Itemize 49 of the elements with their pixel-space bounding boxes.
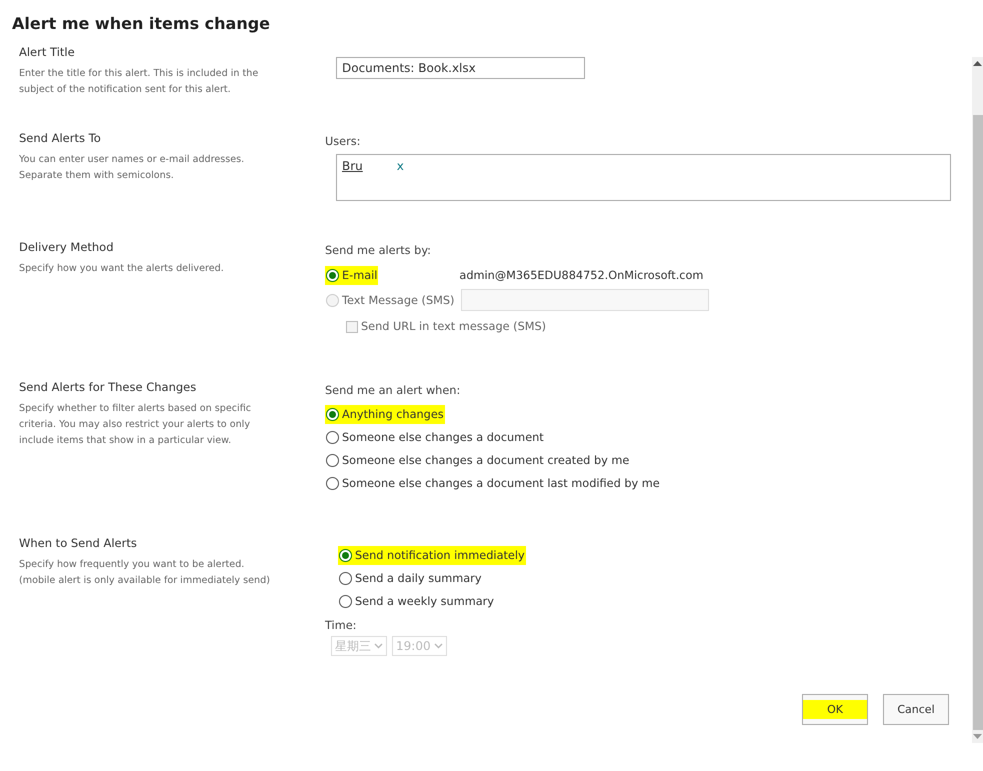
radio-option[interactable]: Someone else changes a document last modified by me [325, 474, 661, 493]
radio-option[interactable]: E-mail [325, 266, 378, 285]
section-heading: Send Alerts To [19, 131, 101, 145]
radio-option[interactable]: Someone else changes a document created by me [325, 451, 630, 470]
field-label: Send me alerts by: [325, 244, 431, 257]
radio-button[interactable] [339, 549, 352, 562]
field-label: Send me an alert when: [325, 384, 460, 397]
email-address: admin@M365EDU884752.OnMicrosoft.com [459, 269, 704, 282]
alert-title-field[interactable]: Documents: Book.xlsx [336, 57, 585, 79]
section-description: You can enter user names or e-mail addresses. Separate them with semicolons. [19, 153, 246, 183]
option-label: Someone else changes a document last modified by me [342, 477, 660, 490]
option-label: Send notification immediately [355, 549, 525, 562]
cancel-button[interactable]: Cancel [883, 694, 949, 725]
ok-button[interactable]: OK [802, 694, 868, 725]
field-label: Time: [325, 619, 356, 632]
option-label: E-mail [342, 269, 378, 282]
radio-option[interactable]: Someone else changes a document [325, 428, 545, 447]
scrollbar[interactable] [972, 57, 983, 743]
radio-button[interactable] [326, 408, 339, 421]
radio-button[interactable] [339, 572, 352, 585]
radio-button[interactable] [326, 431, 339, 444]
section-description: Specify whether to filter alerts based on specific criteria. You may also restrict your alerts to only include items that show in a particular view. [19, 402, 252, 448]
radio-button[interactable] [326, 454, 339, 467]
radio-button[interactable] [326, 269, 339, 282]
dialog-title: Alert me when items change [11, 13, 270, 35]
radio-option[interactable]: Send notification immediately [338, 546, 526, 565]
option-label: Send a daily summary [355, 572, 482, 585]
section-description: Enter the title for this alert. This is included in the subject of the notification sent for this alert. [19, 67, 260, 97]
option-label: Someone else changes a document created by me [342, 454, 630, 467]
chevron-icon [374, 643, 383, 649]
field-label: Users: [325, 135, 360, 148]
radio-option[interactable]: Send a weekly summary [338, 592, 495, 611]
section-description: Specify how you want the alerts delivered. [19, 262, 225, 276]
section-description: Specify how frequently you want to be alerted. (mobile alert is only available for immediately send) [19, 558, 271, 588]
section-heading: When to Send Alerts [19, 536, 137, 550]
radio-button[interactable] [326, 477, 339, 490]
chevron-icon [434, 643, 443, 649]
section-heading: Alert Title [19, 45, 75, 59]
section-heading: Send Alerts for These Changes [19, 380, 196, 394]
option-label: Someone else changes a document [342, 431, 544, 444]
option-label: Text Message (SMS) [342, 294, 454, 306]
radio-option[interactable]: Anything changes [325, 405, 445, 424]
section-heading: Delivery Method [19, 240, 114, 254]
radio-button[interactable] [339, 595, 352, 608]
users-field[interactable]: Bru x [336, 154, 951, 201]
scroll-up-icon[interactable] [973, 61, 982, 66]
option-label: Anything changes [342, 408, 444, 421]
option-label: Send a weekly summary [355, 595, 494, 608]
radio-option[interactable]: Send a daily summary [338, 569, 483, 588]
